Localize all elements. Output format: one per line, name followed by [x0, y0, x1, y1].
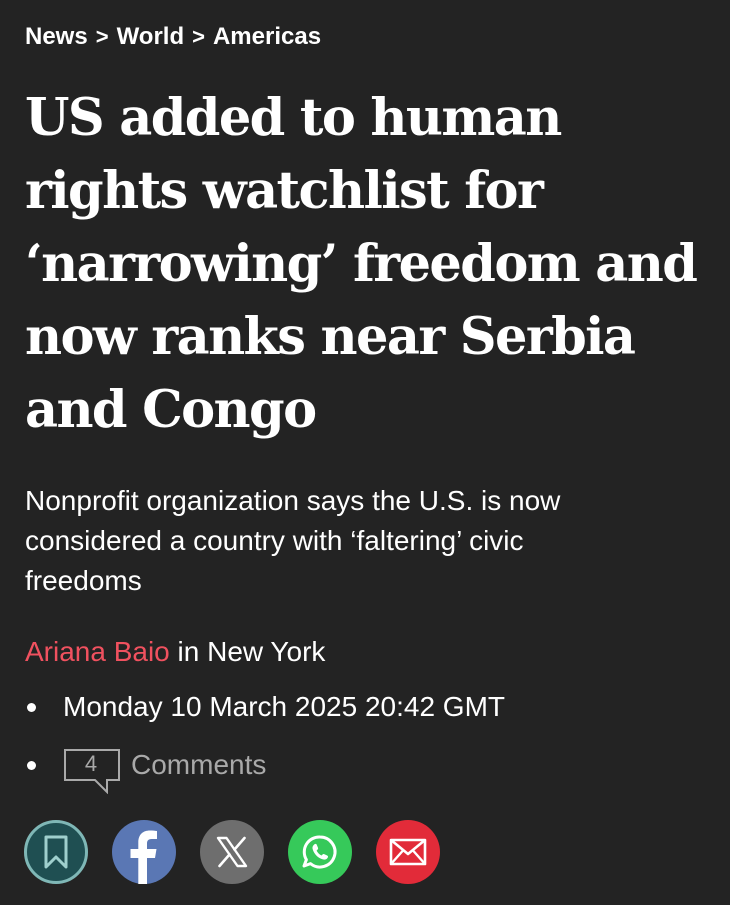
standfirst-line: freedoms: [25, 565, 142, 596]
headline: US added to human rights watchlist for ‘…: [25, 82, 725, 447]
breadcrumb-news[interactable]: News: [25, 23, 88, 50]
standfirst-line: Nonprofit organization says the U.S. is …: [25, 485, 561, 516]
article-meta: Monday 10 March 2025 20:42 GMT 4 Comment…: [25, 686, 505, 802]
whatsapp-icon: [302, 835, 337, 869]
bullet: [27, 702, 36, 712]
comments-link[interactable]: 4 Comments: [63, 748, 267, 794]
author-link[interactable]: Ariana Baio: [25, 636, 170, 667]
facebook-share-button[interactable]: [112, 820, 176, 884]
publish-date-item: Monday 10 March 2025 20:42 GMT: [25, 686, 505, 728]
byline: Ariana Baio in New York: [25, 632, 325, 672]
share-bar: [24, 820, 440, 884]
breadcrumb: News > World > Americas: [25, 20, 321, 54]
breadcrumb-americas[interactable]: Americas: [213, 23, 321, 50]
comment-bubble-icon: 4: [63, 748, 120, 794]
mail-icon: [389, 838, 427, 866]
x-share-button[interactable]: [200, 820, 264, 884]
x-icon: [216, 836, 248, 868]
headline-line: ‘narrowing’ freedom and: [25, 234, 698, 294]
bullet: [27, 760, 36, 770]
breadcrumb-separator: >: [192, 24, 205, 49]
headline-line: US added to human: [25, 88, 562, 148]
breadcrumb-world[interactable]: World: [117, 23, 185, 50]
bookmark-button[interactable]: [24, 820, 88, 884]
standfirst-line: considered a country with ‘faltering’ ci…: [25, 525, 524, 556]
headline-line: now ranks near Serbia: [25, 307, 636, 367]
headline-line: rights watchlist for: [25, 161, 544, 221]
comments-item: 4 Comments: [25, 744, 505, 794]
publish-date: Monday 10 March 2025 20:42 GMT: [63, 691, 506, 722]
byline-location: in New York: [169, 636, 326, 667]
bookmark-icon: [44, 835, 68, 869]
whatsapp-share-button[interactable]: [288, 820, 352, 884]
email-share-button[interactable]: [376, 820, 440, 884]
headline-line: and Congo: [25, 380, 317, 440]
breadcrumb-separator: >: [95, 24, 109, 49]
comments-label: Comments: [131, 749, 267, 780]
comment-count: 4: [84, 751, 98, 776]
standfirst: Nonprofit organization says the U.S. is …: [25, 481, 705, 601]
facebook-icon: [130, 830, 157, 884]
